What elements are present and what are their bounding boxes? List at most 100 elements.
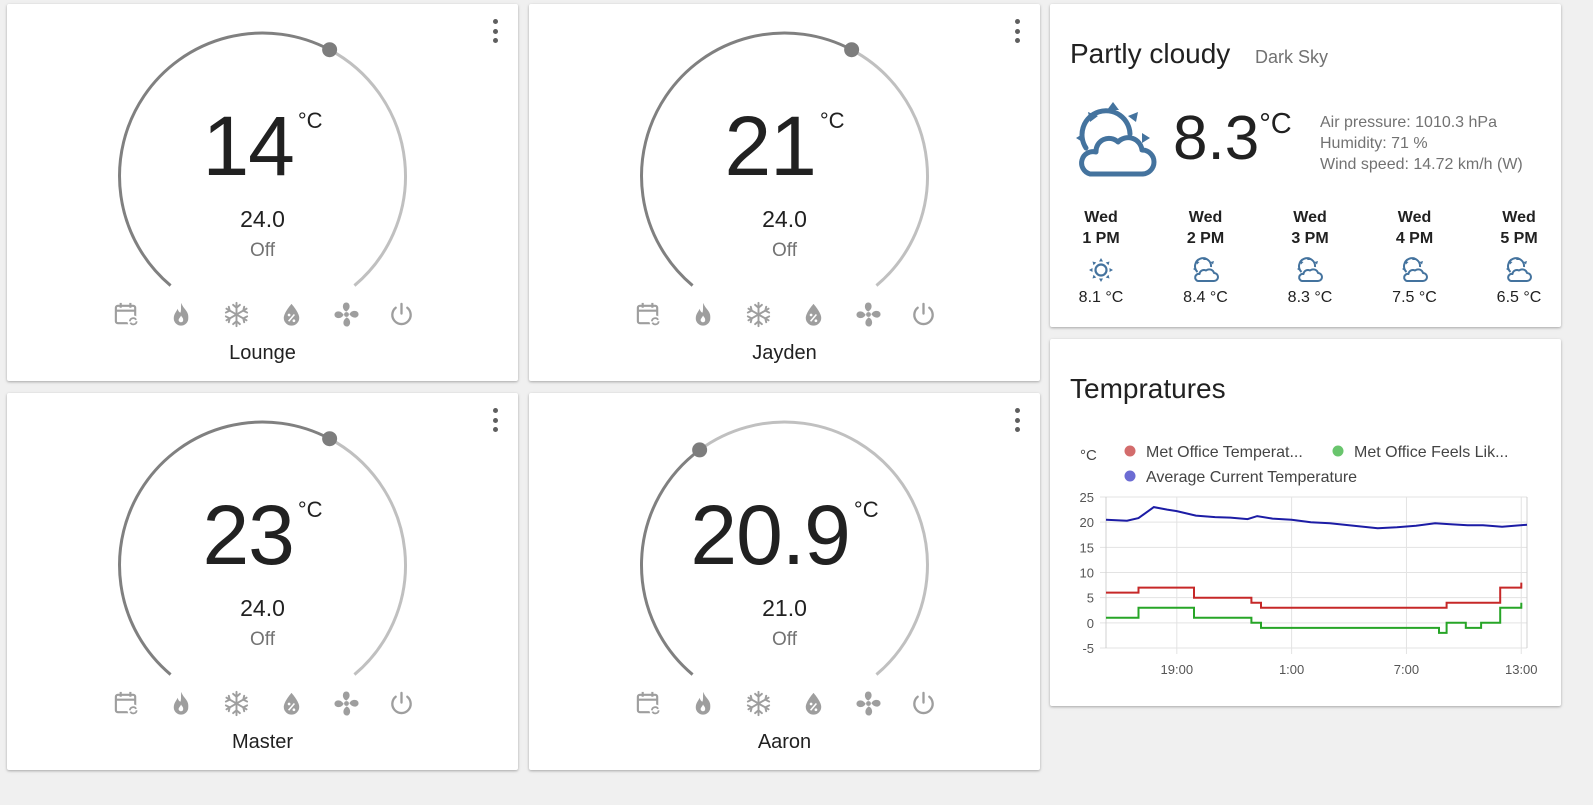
wind-speed: Wind speed: 14.72 km/h (W)	[1320, 156, 1523, 173]
snowflake-icon[interactable]	[222, 689, 251, 718]
forecast-temperature: 8.1 °C	[1078, 289, 1124, 306]
temperature-unit: °C	[819, 108, 845, 133]
weather-attributes: Air pressure: 1010.3 hPa Humidity: 71 % …	[1320, 112, 1523, 175]
current-temperature: 20.9 °C	[529, 493, 1040, 577]
partly-cloudy-icon	[1192, 257, 1219, 283]
calendar-sync-icon[interactable]	[634, 300, 663, 329]
power-icon[interactable]	[909, 300, 938, 329]
y-tick-label: 10	[1080, 566, 1094, 581]
forecast-temperature: 7.5 °C	[1392, 289, 1437, 306]
thermostat-card: 20.9 °C 21.0 Off Aaron	[529, 393, 1040, 770]
calendar-sync-icon[interactable]	[112, 300, 141, 329]
thermostat-card: 14 °C 24.0 Off Lounge	[7, 4, 518, 381]
water-percent-icon[interactable]	[799, 300, 828, 329]
dial-slider-handle[interactable]	[322, 431, 338, 447]
y-tick-label: -5	[1082, 641, 1094, 656]
legend-item[interactable]: Met Office Feels Lik...	[1332, 444, 1509, 461]
hvac-state: Off	[772, 240, 797, 261]
dial-slider-handle[interactable]	[692, 442, 708, 458]
current-temperature-value: 20.9	[690, 488, 850, 582]
snowflake-icon[interactable]	[744, 300, 773, 329]
forecast-time: 5 PM	[1500, 230, 1538, 247]
power-icon[interactable]	[909, 689, 938, 718]
fan-icon[interactable]	[854, 300, 883, 329]
y-tick-label: 5	[1087, 591, 1094, 606]
thermostat-name: Master	[231, 731, 294, 753]
current-temperature: 21 °C	[529, 104, 1040, 188]
y-tick-label: 15	[1080, 540, 1094, 555]
partly-cloudy-icon	[1401, 257, 1428, 283]
weather-card[interactable]: Partly cloudy Dark Sky 8.3°C Air pressur…	[1050, 4, 1561, 327]
fire-icon[interactable]	[689, 300, 718, 329]
x-tick-label: 7:00	[1394, 662, 1419, 677]
y-tick-label: 0	[1087, 616, 1094, 631]
mode-buttons	[112, 689, 416, 718]
forecast-day: Wed	[1084, 209, 1118, 226]
partly-cloudy-icon	[1506, 257, 1532, 283]
calendar-sync-icon[interactable]	[112, 689, 141, 718]
mode-buttons	[112, 300, 416, 329]
legend-swatch	[1124, 445, 1136, 457]
forecast-item: Wed 3 PM 8.3 °C	[1274, 207, 1346, 307]
legend-label: Average Current Temperature	[1146, 469, 1357, 486]
series-line	[1105, 506, 1528, 530]
forecast-item: Wed 2 PM 8.4 °C	[1170, 207, 1242, 307]
target-temperature: 24.0	[240, 595, 285, 621]
power-icon[interactable]	[387, 689, 416, 718]
fire-icon[interactable]	[689, 689, 718, 718]
calendar-sync-icon[interactable]	[634, 689, 663, 718]
snowflake-icon[interactable]	[744, 689, 773, 718]
target-temperature: 24.0	[762, 206, 807, 232]
fan-icon[interactable]	[332, 689, 361, 718]
hvac-state: Off	[772, 629, 797, 650]
dial-slider-handle[interactable]	[844, 42, 860, 58]
fire-icon[interactable]	[167, 300, 196, 329]
forecast-list: Wed 1 PM 8.1 °C Wed 2 PM 8.4 °C Wed 3 PM 8.3 °C W…	[1065, 207, 1555, 307]
weather-temperature-unit: °C	[1259, 108, 1292, 140]
temperature-graph-card[interactable]: Tempratures °C Met Office Temperat... Met …	[1050, 339, 1561, 706]
thermostat-name: Lounge	[229, 342, 296, 364]
fan-icon[interactable]	[854, 689, 883, 718]
y-axis-unit: °C	[1080, 447, 1097, 464]
water-percent-icon[interactable]	[799, 689, 828, 718]
forecast-item: Wed 1 PM 8.1 °C	[1065, 207, 1137, 307]
weather-condition: Partly cloudy	[1070, 38, 1231, 69]
thermostat-card: 23 °C 24.0 Off Master	[7, 393, 518, 770]
legend-label: Met Office Temperat...	[1146, 444, 1303, 461]
water-percent-icon[interactable]	[277, 300, 306, 329]
current-weather-temperature: 8.3°C	[1173, 108, 1292, 170]
legend-item[interactable]: Met Office Temperat...	[1124, 444, 1303, 461]
forecast-time: 1 PM	[1082, 230, 1120, 247]
temperature-unit: °C	[297, 497, 323, 522]
forecast-time: 4 PM	[1395, 230, 1434, 247]
mode-buttons	[634, 689, 938, 718]
legend-swatch	[1332, 445, 1344, 457]
legend-item[interactable]: Average Current Temperature	[1124, 469, 1358, 486]
more-menu-icon[interactable]	[1010, 18, 1024, 44]
legend-swatch	[1124, 470, 1136, 482]
weather-temperature-value: 8.3	[1173, 104, 1260, 173]
dial-slider-handle[interactable]	[322, 42, 338, 58]
series-line	[1106, 582, 1523, 609]
y-tick-label: 25	[1080, 490, 1094, 505]
more-menu-icon[interactable]	[488, 18, 502, 44]
power-icon[interactable]	[387, 300, 416, 329]
forecast-day: Wed	[1502, 209, 1536, 226]
partly-cloudy-icon	[1297, 257, 1323, 283]
sunny-icon	[1088, 257, 1114, 283]
current-temperature-value: 23	[202, 488, 294, 582]
thermostat-card: 21 °C 24.0 Off Jayden	[529, 4, 1040, 381]
water-percent-icon[interactable]	[277, 689, 306, 718]
thermostat-name: Jayden	[752, 342, 817, 364]
fan-icon[interactable]	[332, 300, 361, 329]
weather-source: Dark Sky	[1255, 47, 1329, 67]
snowflake-icon[interactable]	[222, 300, 251, 329]
more-menu-icon[interactable]	[488, 407, 502, 433]
temperature-chart[interactable]: °C Met Office Temperat... Met Office Feels…	[1050, 339, 1561, 706]
fire-icon[interactable]	[167, 689, 196, 718]
forecast-temperature: 8.3 °C	[1287, 289, 1333, 306]
mode-buttons	[634, 300, 938, 329]
current-temperature: 23 °C	[7, 493, 518, 577]
more-menu-icon[interactable]	[1010, 407, 1024, 433]
forecast-item: Wed 4 PM 7.5 °C	[1379, 207, 1451, 307]
